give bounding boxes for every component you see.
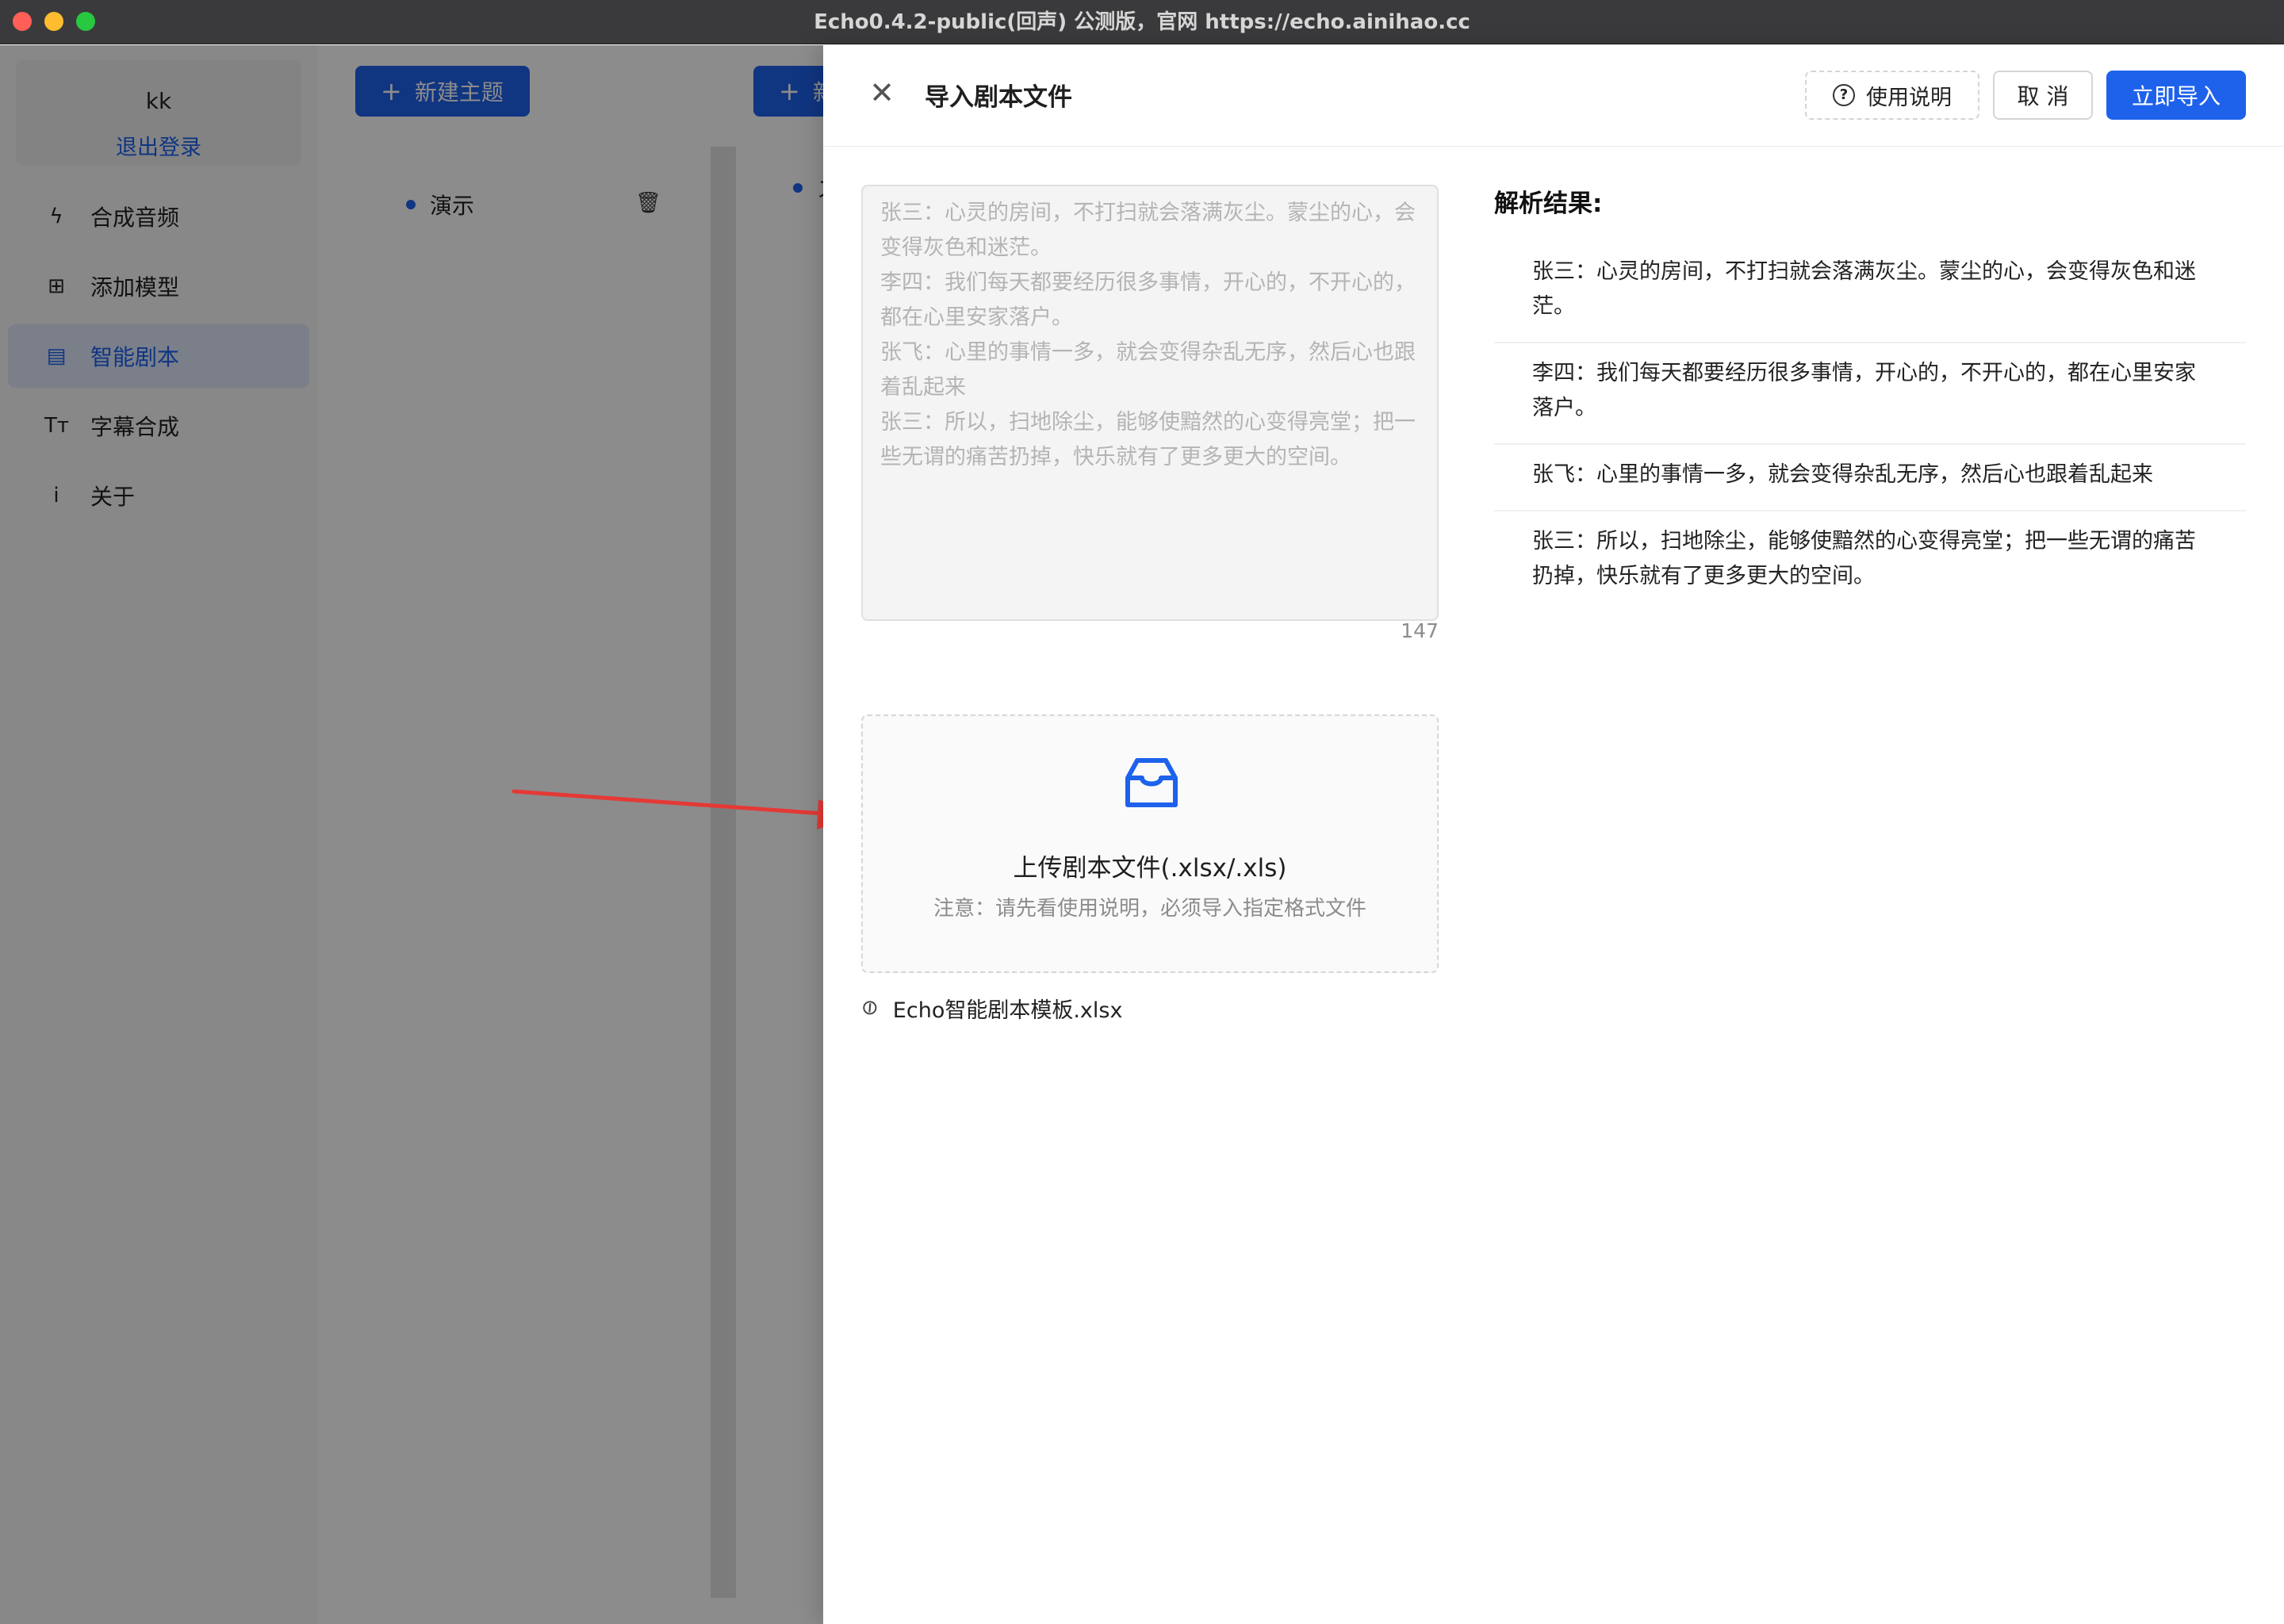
- close-icon[interactable]: ✕: [866, 75, 898, 110]
- usage-help-button[interactable]: ? 使用说明: [1805, 71, 1979, 120]
- list-item: 张飞：心里的事情一多，就会变得杂乱无序，然后心也跟着乱起来: [1494, 445, 2246, 511]
- upload-dropzone[interactable]: 上传剧本文件(.xlsx/.xls) 注意：请先看使用说明，必须导入指定格式文件: [861, 714, 1439, 973]
- question-icon: ?: [1833, 84, 1855, 106]
- parse-result-list: 张三：心灵的房间，不打扫就会落满灰尘。蒙尘的心，会变得灰色和迷茫。 李四：我们每…: [1494, 242, 2246, 611]
- usage-help-label: 使用说明: [1866, 85, 1952, 110]
- list-item: 李四：我们每天都要经历很多事情，开心的，不开心的，都在心里安家落户。: [1494, 343, 2246, 445]
- title-bar: Echo0.4.2-public(回声) 公测版，官网 https://echo…: [0, 0, 2284, 44]
- annotation-arrow: [512, 789, 856, 829]
- import-now-button[interactable]: 立即导入: [2106, 71, 2246, 120]
- list-item: 张三：所以，扫地除尘，能够使黯然的心变得亮堂；把一些无谓的痛苦扔掉，快乐就有了更…: [1532, 529, 2196, 588]
- drawer-header: ✕ 导入剧本文件 ? 使用说明 取 消 立即导入: [823, 45, 2284, 147]
- upload-hint: 注意：请先看使用说明，必须导入指定格式文件: [933, 897, 1366, 921]
- attached-file[interactable]: ⊘ Echo智能剧本模板.xlsx: [856, 989, 1123, 1027]
- upload-title: 上传剧本文件(.xlsx/.xls): [1013, 854, 1287, 883]
- inbox-icon: [1125, 758, 1178, 807]
- list-item: 张三：心灵的房间，不打扫就会落满灰尘。蒙尘的心，会变得灰色和迷茫。: [1494, 242, 2246, 343]
- cancel-button[interactable]: 取 消: [1993, 71, 2093, 120]
- drawer-title: 导入剧本文件: [925, 83, 1072, 112]
- parse-result-title: 解析结果:: [1494, 190, 1603, 218]
- window-title: Echo0.4.2-public(回声) 公测版，官网 https://echo…: [814, 10, 1470, 34]
- character-count: 147: [1401, 619, 1439, 642]
- attached-file-name: Echo智能剧本模板.xlsx: [892, 998, 1123, 1023]
- script-textarea[interactable]: 张三：心灵的房间，不打扫就会落满灰尘。蒙尘的心，会变得灰色和迷茫。 李四：我们每…: [861, 185, 1439, 621]
- import-script-drawer: ✕ 导入剧本文件 ? 使用说明 取 消 立即导入 张三：心灵的房间，不打扫就会落…: [823, 45, 2284, 1624]
- paperclip-icon: ⊘: [855, 993, 884, 1023]
